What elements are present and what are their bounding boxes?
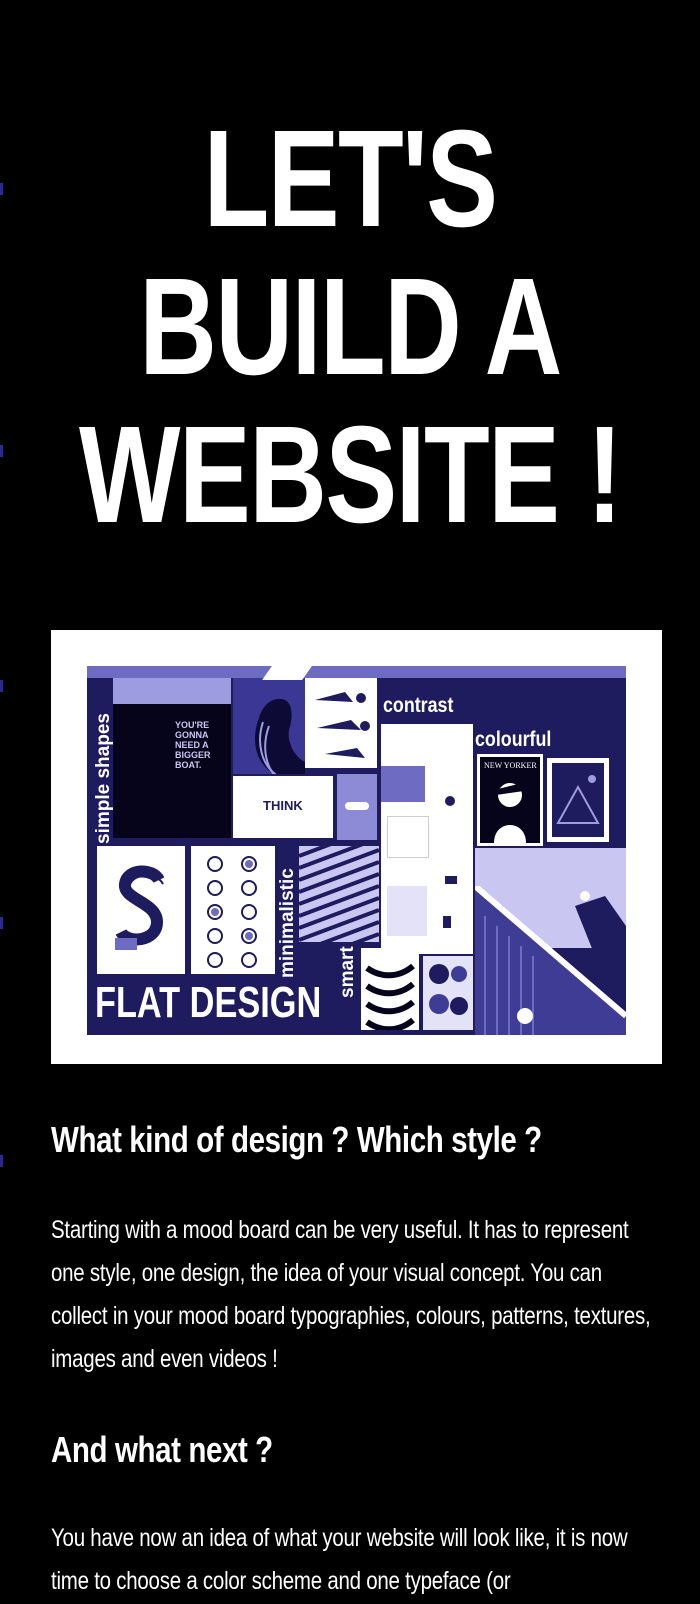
edge-mark [0, 183, 3, 195]
label-contrast: contrast [383, 694, 454, 717]
poster-band [113, 678, 231, 704]
collage-card [387, 886, 427, 936]
section-paragraph: Starting with a mood board can be very u… [51, 1216, 651, 1373]
section-design-body: Starting with a mood board can be very u… [51, 1209, 661, 1381]
hero-line: LET'S [203, 102, 498, 256]
label-colourful: colourful [475, 728, 552, 751]
label-smart: smart [337, 946, 358, 998]
section-next-body: You have now an idea of what your websit… [51, 1517, 661, 1603]
collage-card [381, 766, 425, 802]
header-stripe [87, 666, 626, 678]
section-heading: What kind of design ? Which style ? [51, 1119, 542, 1160]
label-simple-shapes: simple shapes [93, 713, 114, 844]
zebra-tile [361, 948, 419, 1033]
collage-dot [445, 796, 455, 806]
magazine-cover: NEW YORKER [477, 754, 543, 846]
poster-black: YOU'RE GONNA NEED A BIGGER BOAT. [113, 678, 231, 838]
collage-dot [443, 916, 451, 928]
magazine-title: NEW YORKER [484, 761, 537, 770]
poster-text: YOU'RE GONNA NEED A BIGGER BOAT. [175, 720, 211, 770]
think-tile: THINK [231, 774, 335, 840]
profile-illustration [233, 678, 305, 779]
swimmers-illustration [305, 678, 377, 768]
cloud-tile [337, 774, 377, 840]
edge-mark [0, 917, 3, 929]
section-design: What kind of design ? Which style ? [51, 1118, 661, 1162]
hero-title: LET'S BUILD A WEBSITE ! [77, 105, 623, 549]
section-next: And what next ? [51, 1428, 661, 1472]
vinyl-tile [423, 956, 473, 1030]
collage-card [387, 816, 429, 858]
think-text: THINK [263, 798, 303, 813]
moodboard-image: simple shapes YOU'RE GONNA NEED A BIGGER… [51, 630, 662, 1064]
s-logo-tile [97, 846, 185, 974]
hero-line: BUILD A [139, 250, 562, 404]
edge-mark [0, 445, 3, 457]
edge-mark [0, 1155, 3, 1167]
section-paragraph: You have now an idea of what your websit… [51, 1524, 628, 1595]
hero-line: WEBSITE ! [78, 398, 623, 552]
label-minimalistic: minimalistic [277, 868, 298, 978]
pool-scene [473, 883, 626, 1035]
icon-grid-tile [191, 846, 275, 974]
label-flat-design: FLAT DESIGN [95, 978, 322, 1027]
triangle-art [547, 758, 609, 842]
pattern-tile [298, 824, 380, 966]
collage-dot [445, 876, 457, 884]
section-heading: And what next ? [51, 1429, 273, 1470]
moodboard: simple shapes YOU'RE GONNA NEED A BIGGER… [87, 666, 626, 1035]
edge-mark [0, 680, 3, 692]
